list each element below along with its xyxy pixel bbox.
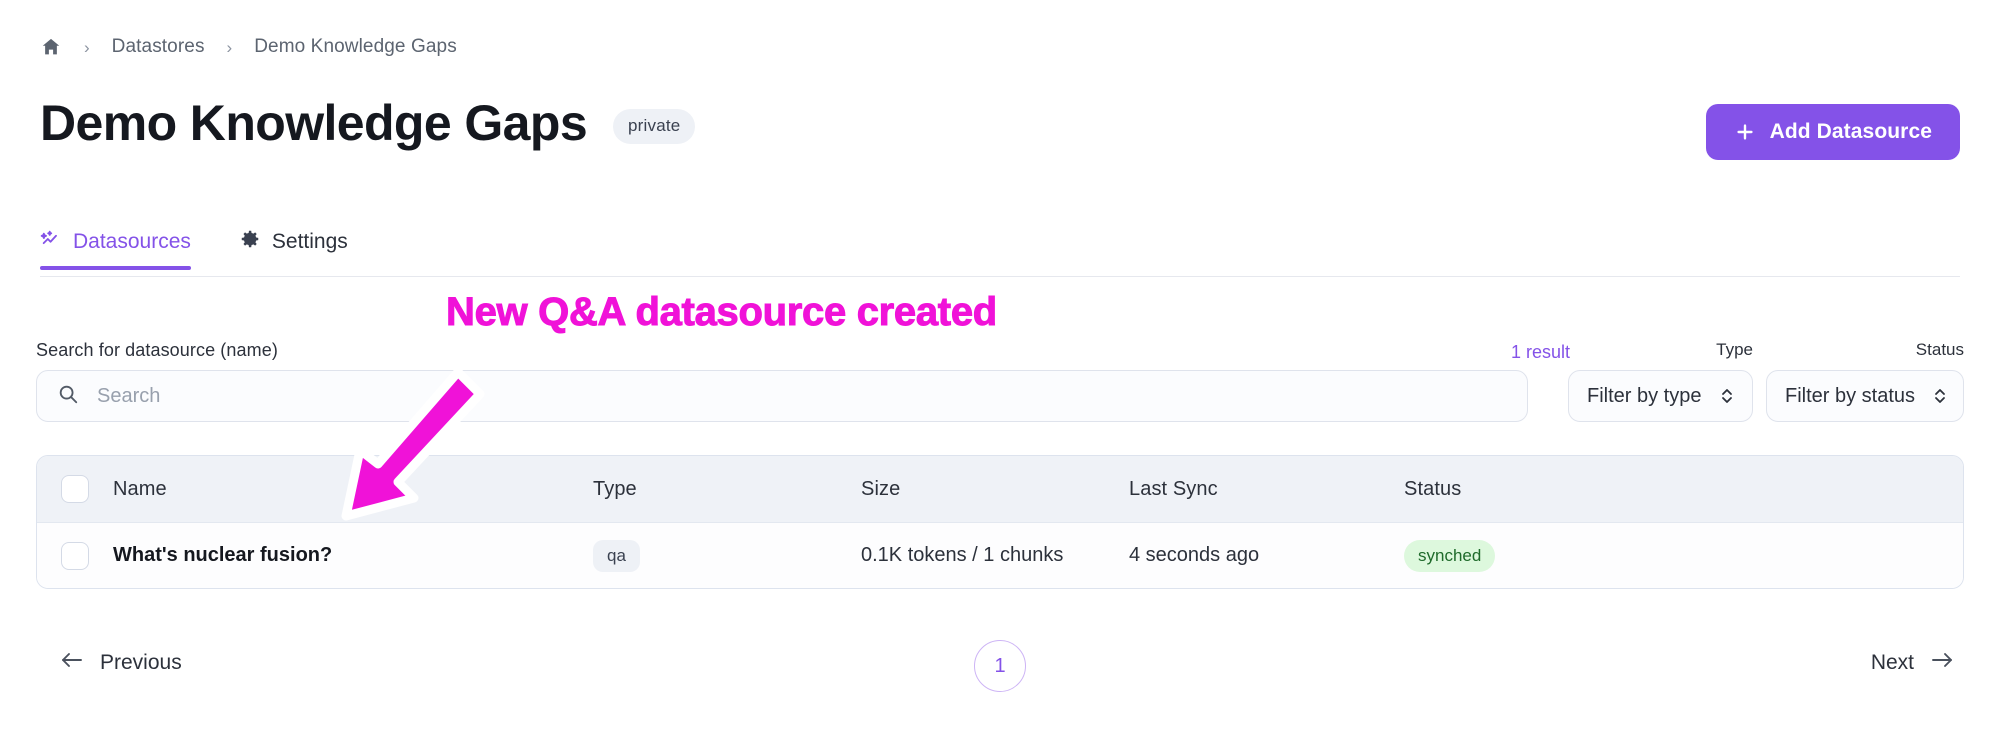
- tab-bar: Datasources Settings: [40, 228, 1960, 278]
- annotation-label: New Q&A datasource created: [446, 290, 998, 335]
- tab-datasources[interactable]: Datasources: [40, 228, 191, 270]
- datastore-datasources-page: › Datastores › Demo Knowledge Gaps Demo …: [0, 0, 2000, 734]
- filter-type-value: Filter by type: [1587, 384, 1702, 407]
- breadcrumb: › Datastores › Demo Knowledge Gaps: [40, 32, 457, 62]
- tab-divider: [40, 276, 1960, 277]
- filter-status-value: Filter by status: [1785, 384, 1916, 407]
- tab-datasources-label: Datasources: [73, 230, 191, 253]
- home-icon: [40, 36, 62, 58]
- page-number-1[interactable]: 1: [974, 640, 1026, 692]
- previous-page-label: Previous: [100, 651, 182, 674]
- plus-icon: [1734, 121, 1756, 143]
- table-header-row: Name Type Size Last Sync Status: [37, 456, 1963, 522]
- visibility-badge: private: [613, 108, 696, 144]
- filter-type-caption: Type: [1716, 340, 1753, 359]
- select-all-checkbox[interactable]: [61, 475, 89, 503]
- filter-status-select[interactable]: Filter by status: [1766, 370, 1964, 422]
- page-title: Demo Knowledge Gaps: [40, 95, 588, 151]
- result-count: 1 result: [1510, 342, 1570, 362]
- tab-settings[interactable]: Settings: [239, 228, 348, 270]
- filter-status-caption: Status: [1915, 340, 1964, 359]
- table-row[interactable]: What's nuclear fusion? qa 0.1K tokens / …: [37, 522, 1963, 588]
- breadcrumb-separator-2: ›: [226, 37, 233, 57]
- search-input[interactable]: [95, 383, 1507, 409]
- row-checkbox[interactable]: [61, 541, 89, 570]
- previous-page-button[interactable]: Previous: [60, 650, 182, 676]
- next-page-label: Next: [1870, 651, 1914, 674]
- breadcrumb-item-datastores[interactable]: Datastores: [112, 36, 205, 58]
- stepper-chevrons-icon: [1720, 385, 1734, 407]
- type-badge: qa: [593, 539, 640, 572]
- column-header-last-sync: Last Sync: [1129, 477, 1218, 500]
- add-datasource-label: Add Datasource: [1769, 120, 1932, 143]
- cell-name: What's nuclear fusion?: [113, 544, 593, 567]
- tab-active-indicator: [40, 266, 191, 270]
- row-select-cell: [37, 541, 113, 570]
- tab-settings-label: Settings: [271, 230, 348, 253]
- page-title-row: Demo Knowledge Gaps private: [40, 88, 1960, 158]
- search-icon: [57, 383, 79, 410]
- arrow-left-icon: [60, 650, 84, 676]
- column-header-type: Type: [593, 477, 637, 500]
- cell-type: qa: [593, 539, 861, 572]
- filter-type-select[interactable]: Filter by type: [1568, 370, 1753, 422]
- filter-group-status: Status Filter by status: [1766, 340, 1964, 422]
- add-datasource-button[interactable]: Add Datasource: [1705, 104, 1960, 160]
- cell-status: synched: [1404, 539, 1963, 572]
- cell-last-sync: 4 seconds ago: [1129, 544, 1260, 566]
- filter-group-type: Type Filter by type: [1568, 340, 1753, 422]
- search-label: Search for datasource (name): [36, 340, 278, 360]
- cell-size: 0.1K tokens / 1 chunks: [861, 544, 1064, 566]
- next-page-button[interactable]: Next: [1871, 650, 1954, 676]
- pagination: Previous 1 Next: [36, 640, 1964, 696]
- breadcrumb-item-current[interactable]: Demo Knowledge Gaps: [254, 36, 457, 58]
- datasource-name[interactable]: What's nuclear fusion?: [113, 544, 332, 567]
- column-header-size: Size: [861, 477, 901, 500]
- select-all-cell: [37, 475, 113, 503]
- arrow-right-icon: [1930, 650, 1954, 676]
- status-badge: synched: [1404, 539, 1496, 572]
- stepper-chevrons-icon: [1933, 385, 1947, 407]
- sparkle-chart-icon: [40, 228, 62, 256]
- gear-icon: [239, 228, 261, 256]
- datasources-table: Name Type Size Last Sync Status What's n…: [36, 455, 1964, 589]
- search-box[interactable]: [36, 370, 1528, 422]
- breadcrumb-home-link[interactable]: [40, 36, 62, 58]
- column-header-status: Status: [1404, 477, 1462, 500]
- column-header-name: Name: [113, 477, 167, 500]
- breadcrumb-separator-1: ›: [84, 37, 90, 57]
